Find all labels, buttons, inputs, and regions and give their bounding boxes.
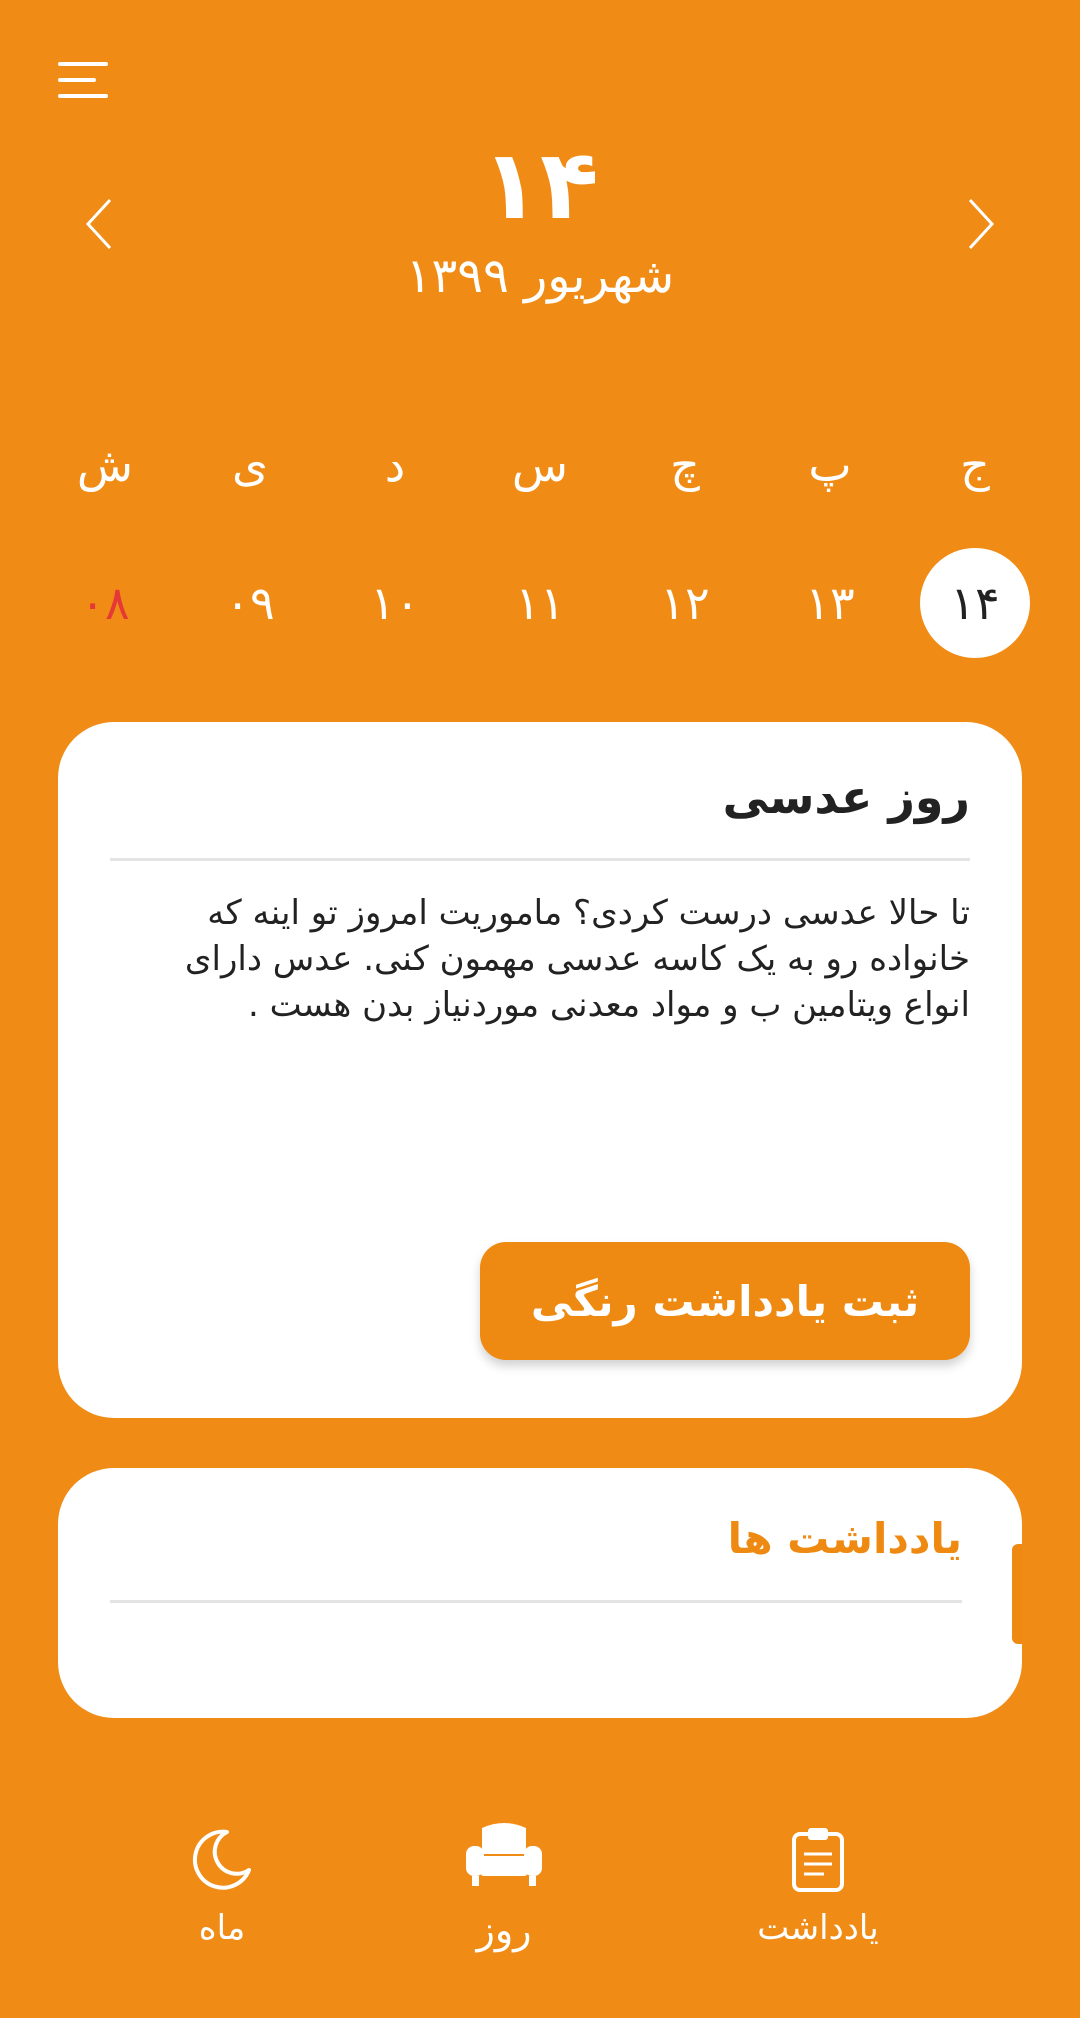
date-cell[interactable]: ۱۱ bbox=[485, 548, 595, 658]
date-cell[interactable]: ۱۰ bbox=[340, 548, 450, 658]
weekday-label: پ bbox=[808, 438, 852, 492]
nav-day-tab[interactable]: روز bbox=[414, 1820, 594, 1952]
nav-notes-tab[interactable]: یادداشت bbox=[728, 1824, 908, 1948]
weekday-header-row: ج پ چ س د ی ش bbox=[50, 430, 1030, 500]
weekday-label: ش bbox=[76, 438, 134, 492]
divider bbox=[110, 1600, 962, 1603]
weekday-label: س bbox=[511, 438, 569, 492]
weekday-label: ی bbox=[232, 438, 269, 492]
divider bbox=[110, 858, 970, 861]
week-dates-row: ۱۴ ۱۳ ۱۲ ۱۱ ۱۰ ۰۹ ۰۸ bbox=[50, 548, 1030, 658]
armchair-icon bbox=[466, 1823, 542, 1886]
weekday-label: ج bbox=[960, 438, 990, 492]
nav-month-label: ماه bbox=[198, 1908, 246, 1948]
notes-card: یادداشت ها bbox=[58, 1468, 1022, 1718]
notes-side-tab[interactable] bbox=[1012, 1544, 1022, 1644]
nav-day-label: روز bbox=[476, 1908, 532, 1952]
occasion-card: روز عدسی تا حالا عدسی درست کردی؟ ماموریت… bbox=[58, 722, 1022, 1418]
hamburger-menu-icon[interactable] bbox=[58, 60, 112, 100]
nav-notes-label: یادداشت bbox=[757, 1908, 879, 1948]
date-cell[interactable]: ۱۲ bbox=[630, 548, 740, 658]
current-day-number: ۱۴ bbox=[481, 129, 599, 241]
date-cell[interactable]: ۰۹ bbox=[195, 548, 305, 658]
date-cell-selected[interactable]: ۱۴ bbox=[920, 548, 1030, 658]
crescent-moon-icon bbox=[192, 1829, 251, 1890]
date-cell-holiday[interactable]: ۰۸ bbox=[50, 548, 160, 658]
weekday-label: چ bbox=[670, 438, 700, 492]
notes-title: یادداشت ها bbox=[727, 1514, 962, 1563]
bottom-navigation: ماه روز یادداشت bbox=[0, 1810, 1080, 1990]
current-month-year: شهریور ۱۳۹۹ bbox=[405, 248, 675, 304]
clipboard-icon bbox=[792, 1828, 844, 1892]
add-color-note-button[interactable]: ثبت یادداشت رنگی bbox=[480, 1242, 970, 1360]
weekday-label: د bbox=[384, 438, 406, 492]
occasion-description: تا حالا عدسی درست کردی؟ ماموریت امروز تو… bbox=[184, 893, 970, 1025]
date-cell[interactable]: ۱۳ bbox=[775, 548, 885, 658]
occasion-title: روز عدسی bbox=[722, 770, 970, 824]
nav-month-tab[interactable]: ماه bbox=[132, 1824, 312, 1948]
